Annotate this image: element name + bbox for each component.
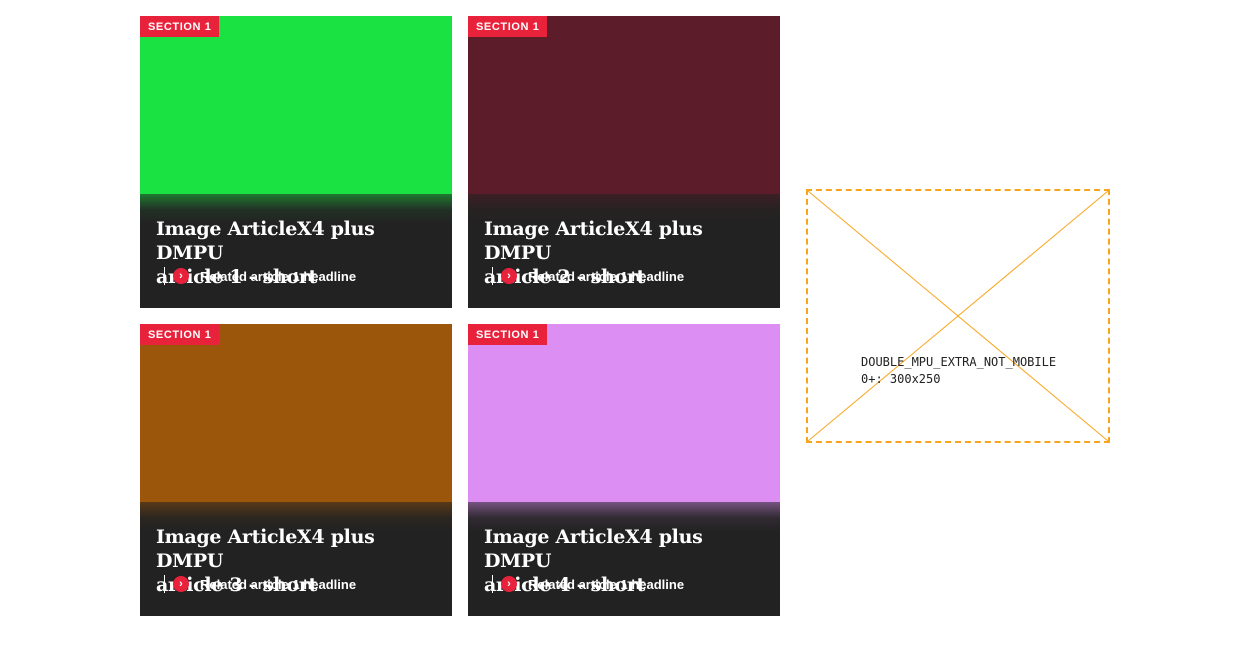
related-article-link[interactable]: › Related article 1 headline — [492, 267, 684, 285]
chevron-right-icon: › — [501, 268, 517, 284]
related-article-link[interactable]: › Related article 1 headline — [164, 575, 356, 593]
article-card-1[interactable]: SECTION 1 Image ArticleX4 plus DMPU arti… — [140, 16, 452, 308]
section-badge[interactable]: SECTION 1 — [140, 16, 220, 37]
section-badge[interactable]: SECTION 1 — [140, 324, 220, 345]
related-article-link[interactable]: › Related article 1 headline — [164, 267, 356, 285]
ad-placeholder: DOUBLE_MPU_EXTRA_NOT_MOBILE 0+: 300x250 — [806, 189, 1110, 443]
related-article-link[interactable]: › Related article 1 headline — [492, 575, 684, 593]
chevron-right-icon: › — [173, 576, 189, 592]
article-card-2[interactable]: SECTION 1 Image ArticleX4 plus DMPU arti… — [468, 16, 780, 308]
headline-line: Image ArticleX4 plus DMPU — [156, 526, 375, 572]
chevron-right-icon: › — [501, 576, 517, 592]
article-card-4[interactable]: SECTION 1 Image ArticleX4 plus DMPU arti… — [468, 324, 780, 616]
headline-line: Image ArticleX4 plus DMPU — [484, 526, 703, 572]
related-article-label: Related article 1 headline — [200, 268, 357, 284]
related-article-label: Related article 1 headline — [528, 576, 685, 592]
article-card-3[interactable]: SECTION 1 Image ArticleX4 plus DMPU arti… — [140, 324, 452, 616]
section-badge[interactable]: SECTION 1 — [468, 324, 548, 345]
section-badge[interactable]: SECTION 1 — [468, 16, 548, 37]
related-article-label: Related article 1 headline — [528, 268, 685, 284]
ad-slot-name: DOUBLE_MPU_EXTRA_NOT_MOBILE — [861, 355, 1057, 369]
ad-slot-label: DOUBLE_MPU_EXTRA_NOT_MOBILE 0+: 300x250 — [861, 354, 1056, 388]
placeholder-cross-icon — [808, 191, 1108, 441]
related-article-label: Related article 1 headline — [200, 576, 357, 592]
headline-line: Image ArticleX4 plus DMPU — [156, 218, 375, 264]
chevron-right-icon: › — [173, 268, 189, 284]
headline-line: Image ArticleX4 plus DMPU — [484, 218, 703, 264]
ad-size-rule: 0+: 300x250 — [861, 372, 941, 386]
